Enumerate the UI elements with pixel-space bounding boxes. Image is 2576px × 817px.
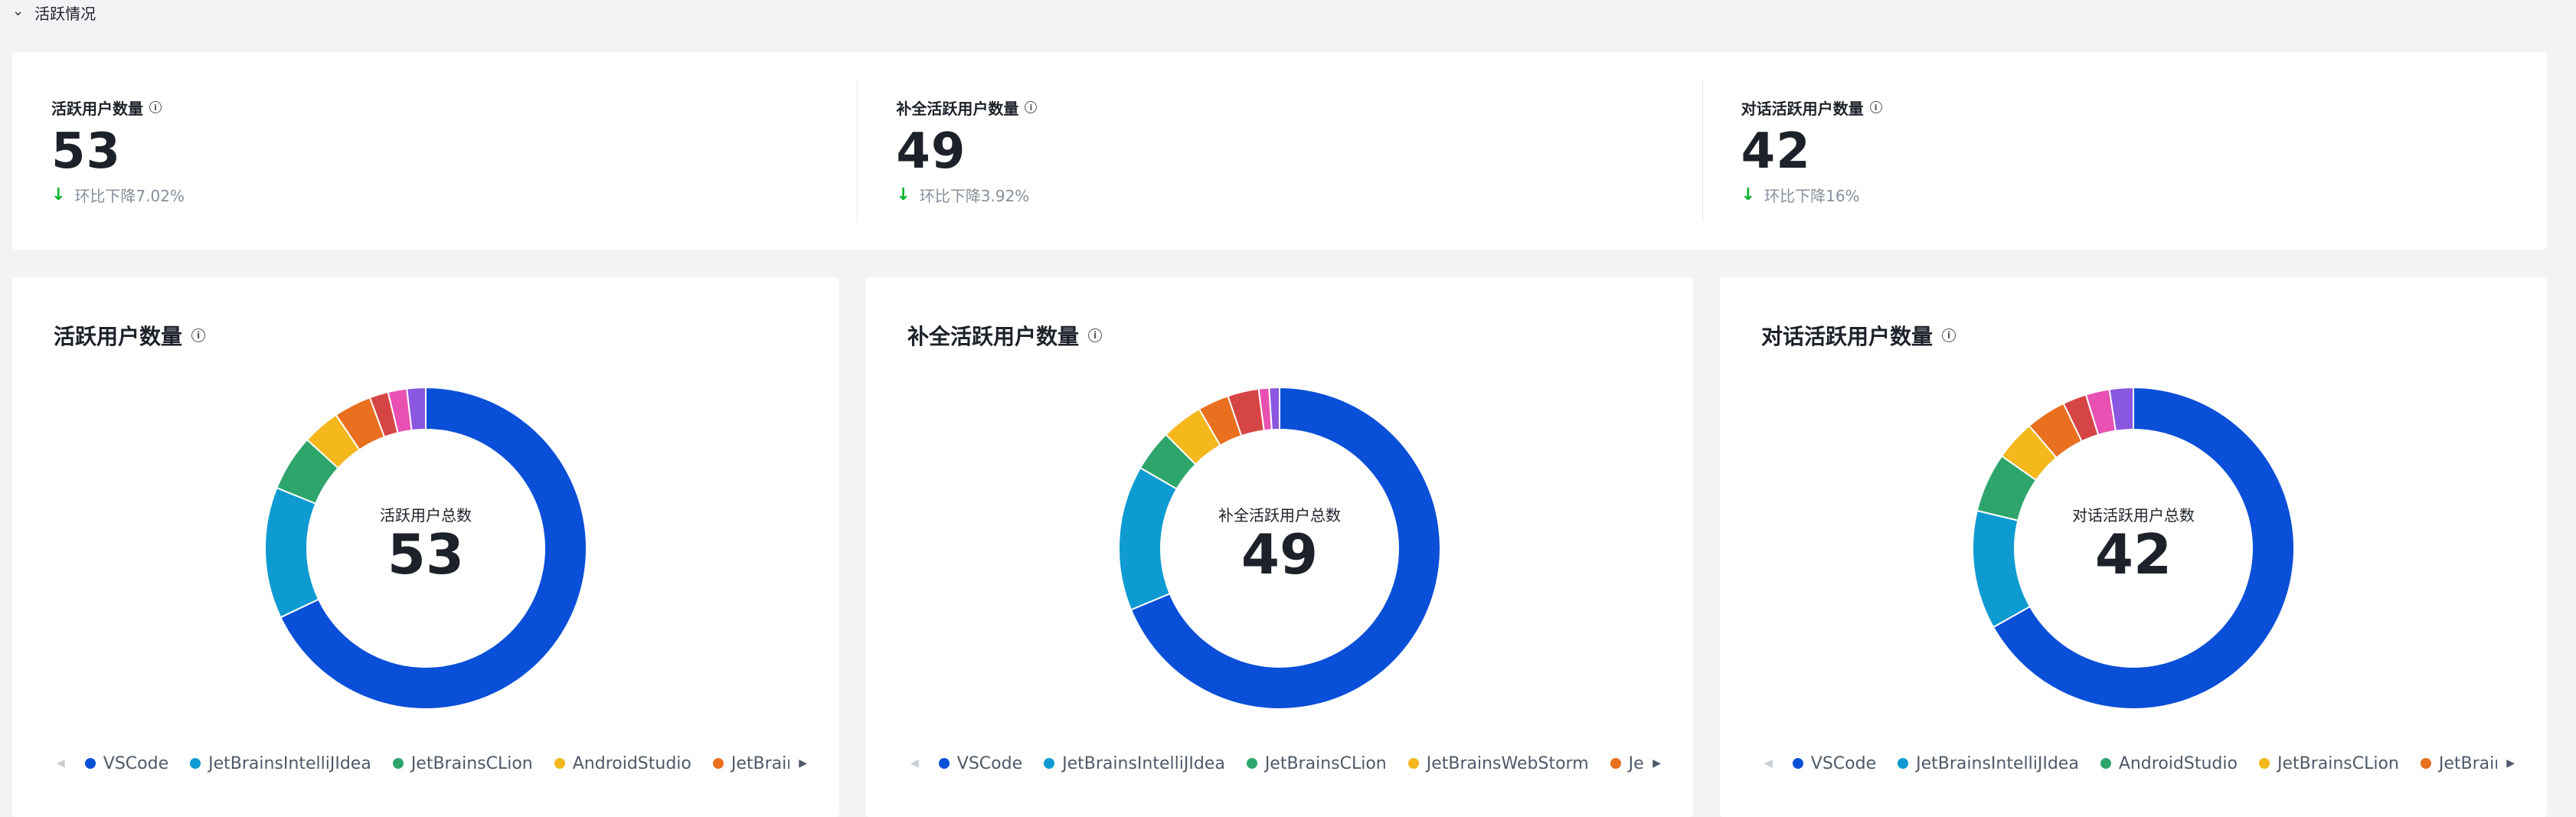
legend-dot [2100, 758, 2111, 769]
legend-dot [1044, 758, 1055, 769]
legend-dot [1610, 758, 1621, 769]
metric-value: 53 [51, 123, 122, 180]
legend-item[interactable]: JetBrainsCLion [2258, 753, 2399, 773]
legend-item[interactable]: JetBrainsCLion [392, 753, 533, 773]
chart-card-completion-users: 补全活跃用户数量 i 补全活跃用户总数 49 ◀ VSCode JetBrains… [866, 277, 1693, 817]
metric-value: 49 [896, 123, 966, 180]
legend-item[interactable]: JetBrains [712, 753, 789, 773]
legend-dot [2420, 758, 2431, 769]
legend-dot [84, 758, 96, 769]
legend-label: JetBrainsCLion [2277, 753, 2399, 773]
legend-item[interactable]: JetBrains [2420, 753, 2497, 773]
chart-legend: ◀ VSCode JetBrainsIntelliJIdea JetBrainsCL… [910, 750, 1661, 776]
legend-next-icon[interactable]: ▶ [2506, 757, 2515, 770]
info-icon[interactable]: i [1088, 328, 1103, 342]
legend-item[interactable]: JetBrainsIntelliJIdea [1044, 754, 1225, 773]
legend-dot [1792, 758, 1803, 769]
chevron-down-icon[interactable]: ⌄ [12, 3, 24, 19]
metric-trend: 环比下降3.92% [919, 187, 1030, 205]
legend-item[interactable]: JetB [1610, 753, 1644, 773]
legend-item[interactable]: JetBrainsIntelliJIdea [1898, 754, 2079, 773]
legend-dot [2258, 758, 2270, 769]
metric-label: 补全活跃用户数量 [896, 99, 1019, 118]
legend-prev-icon[interactable]: ◀ [910, 757, 919, 770]
info-icon[interactable]: i [149, 101, 162, 113]
legend-next-icon[interactable]: ▶ [1652, 757, 1661, 770]
donut-center-value: 42 [2094, 522, 2172, 587]
legend-dot [712, 758, 724, 769]
legend-label: JetBrainsIntelliJIdea [1062, 753, 1225, 773]
donut-slice[interactable] [1268, 387, 1280, 431]
donut-center-value: 53 [387, 522, 465, 587]
legend-label: JetBrainsCLion [1264, 753, 1387, 773]
legend-label: JetBrainsIntelliJIdea [208, 753, 371, 773]
chart-card-active-users: 活跃用户数量 i 活跃用户总数 53 ◀ VSCode JetBrainsInte… [12, 277, 839, 817]
legend-dot [1246, 758, 1257, 769]
info-icon[interactable]: i [1869, 101, 1882, 113]
legend-label: JetBrains [2438, 753, 2497, 773]
card-title: 补全活跃用户数量 [907, 324, 1080, 349]
legend-label: JetBrains [731, 753, 789, 773]
chart-legend: ◀ VSCode JetBrainsIntelliJIdea JetBrainsCL… [57, 750, 807, 776]
chart-legend: ◀ VSCode JetBrainsIntelliJIdea AndroidStud… [1764, 750, 2515, 776]
legend-label: AndroidStudio [2118, 753, 2238, 773]
legend-item[interactable]: JetBrainsWebStorm [1407, 753, 1589, 773]
chart-cards: 活跃用户数量 i 活跃用户总数 53 ◀ VSCode JetBrainsInte… [12, 277, 2547, 817]
metric-value: 42 [1741, 123, 1811, 180]
legend-item[interactable]: VSCode [84, 753, 169, 773]
legend-item[interactable]: JetBrainsCLion [1246, 753, 1387, 773]
legend-label: VSCode [103, 753, 169, 773]
legend-item[interactable]: JetBrainsIntelliJIdea [190, 754, 371, 773]
metric-label: 对话活跃用户数量 [1741, 99, 1864, 118]
legend-dot [938, 758, 950, 769]
info-icon[interactable]: i [191, 328, 206, 342]
legend-prev-icon[interactable]: ◀ [1764, 757, 1773, 770]
arrow-down-icon: ↓ [51, 185, 66, 204]
section-title: 活跃情况 [34, 4, 96, 23]
legend-label: VSCode [956, 753, 1023, 773]
summary-panel: 活跃用户数量 i 53 ↓ 环比下降7.02% 补全活跃用户数量 i 49 ↓ … [12, 52, 2547, 250]
card-title: 对话活跃用户数量 [1761, 324, 1934, 349]
legend-label: JetBrainsCLion [410, 753, 533, 773]
card-title: 活跃用户数量 [54, 324, 183, 349]
arrow-down-icon: ↓ [1741, 185, 1756, 204]
legend-item[interactable]: VSCode [1792, 753, 1877, 773]
donut-center-value: 49 [1241, 522, 1319, 587]
legend-label: JetBrainsIntelliJIdea [1916, 753, 2079, 773]
legend-prev-icon[interactable]: ◀ [57, 757, 65, 770]
metric-trend: 环比下降7.02% [74, 187, 185, 205]
info-icon[interactable]: i [1942, 328, 1957, 342]
legend-item[interactable]: AndroidStudio [554, 754, 691, 773]
section-header[interactable]: ⌄ 活跃情况 [12, 0, 96, 25]
legend-dot [392, 758, 404, 769]
legend-label: VSCode [1810, 753, 1877, 773]
legend-item[interactable]: VSCode [938, 753, 1023, 773]
legend-item[interactable]: AndroidStudio [2100, 754, 2238, 773]
legend-dot [1407, 758, 1419, 769]
legend-dot [554, 758, 565, 769]
legend-next-icon[interactable]: ▶ [799, 757, 807, 770]
legend-label: AndroidStudio [572, 753, 691, 773]
metric-completion-users: 补全活跃用户数量 i 49 ↓ 环比下降3.92% [857, 52, 1702, 250]
chart-card-chat-users: 对话活跃用户数量 i 对话活跃用户总数 42 ◀ VSCode JetBrains… [1720, 277, 2547, 817]
arrow-down-icon: ↓ [896, 185, 910, 204]
metric-chat-users: 对话活跃用户数量 i 42 ↓ 环比下降16% [1702, 52, 2547, 250]
legend-label: JetB [1628, 753, 1644, 773]
legend-label: JetBrainsWebStorm [1426, 753, 1589, 773]
info-icon[interactable]: i [1025, 101, 1038, 113]
metric-label: 活跃用户数量 [51, 99, 143, 118]
metric-trend: 环比下降16% [1764, 187, 1860, 205]
legend-dot [1898, 758, 1909, 769]
legend-dot [190, 758, 201, 769]
metric-active-users: 活跃用户数量 i 53 ↓ 环比下降7.02% [12, 52, 857, 250]
